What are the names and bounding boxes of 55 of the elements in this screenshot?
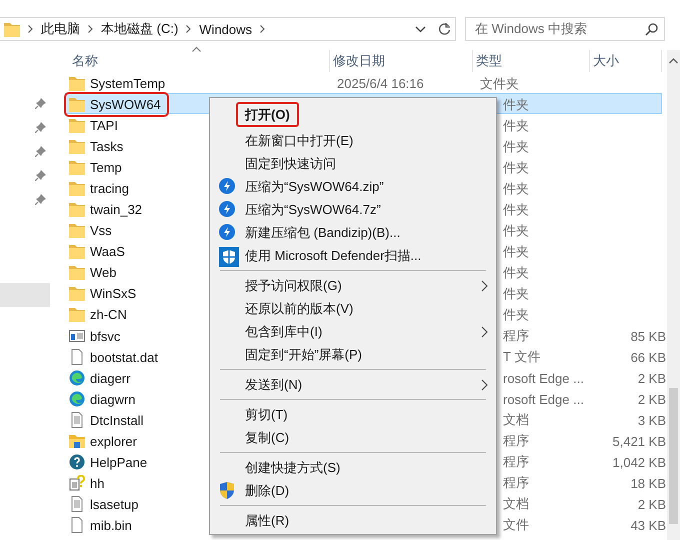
file-type: 件夹 [502, 96, 529, 112]
file-size: 85 KB [630, 328, 666, 344]
file-name: bfsvc [90, 328, 120, 344]
file-name: diagwrn [90, 392, 136, 406]
file-type: rosoft Edge ... [502, 370, 584, 386]
file-size: 18 KB [630, 476, 666, 490]
file-type: 件夹 [502, 306, 529, 322]
file-type: 件夹 [502, 180, 529, 196]
file-name: Web [90, 265, 116, 280]
file-type: 件夹 [502, 244, 529, 258]
file-size: 5,421 KB [612, 434, 666, 448]
file-name: mib.bin [90, 518, 132, 532]
file-size: 66 KB [630, 350, 666, 364]
file-name: twain_32 [90, 202, 142, 217]
file-type: 程序 [502, 475, 529, 490]
file-type: 文件 [502, 517, 529, 532]
file-size: 43 KB [630, 518, 666, 532]
file-name: Vss [90, 223, 112, 238]
file-name: bootstat.dat [90, 350, 158, 364]
file-type: 件夹 [502, 264, 529, 280]
file-name: zh-CN [90, 307, 127, 322]
file-size: 2 KB [636, 496, 666, 512]
file-type: 件夹 [502, 286, 529, 300]
file-name: Temp [90, 160, 122, 175]
modified-date: 2025/6/4 16:16 [336, 76, 424, 91]
file-name: Tasks [90, 139, 124, 154]
file-name: WinSxS [90, 286, 136, 301]
file-type: 件夹 [502, 118, 529, 132]
file-type: rosoft Edge ... [502, 392, 584, 406]
file-type: 程序 [502, 454, 529, 469]
file-name: HelpPane [90, 454, 148, 470]
file-name: DtcInstall [90, 412, 144, 428]
file-type: 程序 [502, 328, 529, 343]
file-name: tracing [90, 181, 130, 196]
file-type: 文档 [502, 496, 529, 511]
file-type: 文档 [502, 412, 529, 427]
file-size: 1,042 KB [612, 454, 666, 470]
file-size: 3 KB [636, 412, 666, 428]
file-type: 件夹 [502, 222, 529, 238]
file-name: WaaS [90, 244, 125, 259]
file-type: 件夹 [502, 202, 529, 216]
file-name: TAPI [90, 118, 118, 133]
file-type: 件夹 [502, 138, 529, 154]
file-name: SysWOW64 [90, 97, 161, 112]
file-type: 件夹 [502, 160, 529, 174]
file-name: lsasetup [90, 496, 138, 512]
file-name: SystemTemp [90, 76, 166, 91]
file-name: hh [90, 476, 104, 490]
file-type: T 文件 [502, 349, 540, 364]
file-name: diagerr [90, 370, 130, 386]
file-size: 2 KB [636, 370, 666, 386]
file-type: 文件夹 [479, 76, 519, 90]
file-size: 2 KB [636, 392, 666, 406]
file-name: explorer [90, 434, 137, 448]
file-type: 程序 [502, 433, 529, 448]
